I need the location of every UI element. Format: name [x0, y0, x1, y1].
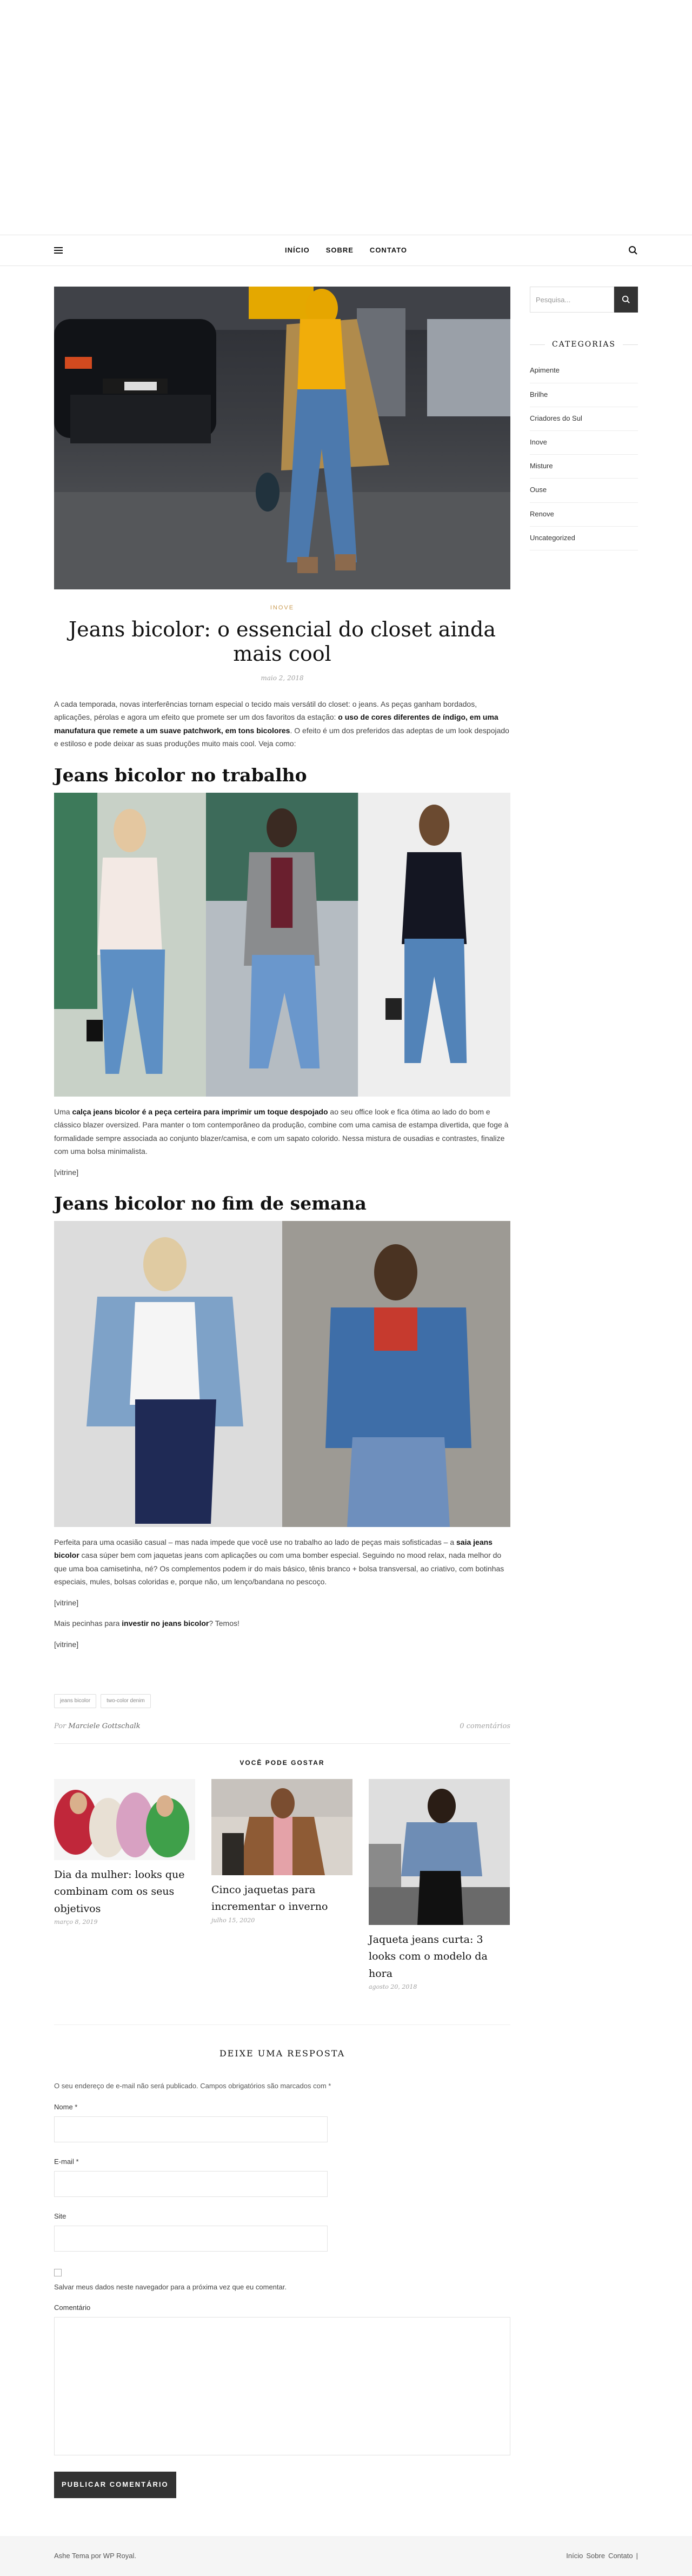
heading-work: Jeans bicolor no trabalho: [54, 764, 307, 786]
text-span: Perfeita para uma ocasião casual – mas n…: [54, 1537, 457, 1546]
category-item[interactable]: Apimente: [530, 359, 638, 383]
bold-text: calça jeans bicolor é a peça certeira pa…: [72, 1107, 328, 1116]
search-icon[interactable]: [628, 245, 638, 255]
categories-list: Apimente Brilhe Criadores do Sul Inove M…: [530, 359, 638, 550]
work-image-2: [206, 792, 358, 1097]
work-image-1: [54, 792, 207, 1097]
category-item[interactable]: Ouse: [530, 479, 638, 503]
weekend-image-1: [54, 1220, 282, 1527]
vitrine-placeholder: [vitrine]: [54, 1598, 79, 1607]
top-blank-area: [0, 0, 692, 235]
related-image-3[interactable]: [369, 1779, 510, 1926]
related-posts: Dia da mulher: looks que combinam com os…: [54, 1779, 510, 1992]
site-footer: Ashe Tema por WP Royal. Início Sobre Con…: [0, 2535, 692, 2576]
heading-weekend: Jeans bicolor no fim de semana: [54, 1193, 367, 1214]
categories-title: CATEGORIAS: [530, 338, 638, 350]
comment-label: Comentário: [54, 2303, 91, 2312]
footer-link-contato[interactable]: Contato: [608, 2551, 633, 2562]
comment-textarea[interactable]: [54, 2317, 510, 2456]
text-span: ? Temos!: [209, 1619, 239, 1628]
nav-inicio[interactable]: INÍCIO: [285, 245, 310, 256]
sidebar-search-button[interactable]: [614, 287, 638, 313]
category-item[interactable]: Inove: [530, 431, 638, 455]
email-label: E-mail *: [54, 2157, 79, 2166]
category-item[interactable]: Misture: [530, 455, 638, 479]
menu-icon[interactable]: [54, 247, 63, 254]
reply-title: DEIXE UMA RESPOSTA: [54, 2024, 510, 2061]
sidebar: Pesquisa... CATEGORIAS Apimente Brilhe C…: [530, 287, 638, 2498]
reply-notes: O seu endereço de e-mail não será public…: [54, 2082, 331, 2090]
category-item[interactable]: Criadores do Sul: [530, 407, 638, 431]
site-label: Site: [54, 2212, 66, 2220]
post-meta: Por Marciele Gottschalk 0 comentários: [54, 1721, 510, 1744]
related-title: VOCÊ PODE GOSTAR: [239, 1758, 325, 1767]
author-link[interactable]: Marciele Gottschalk: [68, 1722, 140, 1730]
category-item[interactable]: Uncategorized: [530, 527, 638, 550]
related-post-2[interactable]: Cinco jaquetas para incrementar o invern…: [211, 1779, 352, 1992]
search-icon: [622, 295, 630, 303]
footer-links: Início Sobre Contato |: [566, 2551, 638, 2562]
tag-link[interactable]: jeans bicolor: [54, 1694, 97, 1709]
related-post-1[interactable]: Dia da mulher: looks que combinam com os…: [54, 1779, 195, 1992]
tag-link[interactable]: two-color denim: [101, 1694, 151, 1709]
weekend-paragraph: Perfeita para uma ocasião casual – mas n…: [54, 1536, 510, 1589]
post-title: Jeans bicolor: o essencial do closet ain…: [68, 617, 496, 666]
related-post-title[interactable]: Dia da mulher: looks que combinam com os…: [54, 1867, 195, 1917]
footer-link-inicio[interactable]: Início: [566, 2551, 583, 2562]
related-image-2[interactable]: [211, 1779, 352, 1876]
main-navigation: INÍCIO SOBRE CONTATO: [0, 235, 692, 266]
text-span: Uma: [54, 1107, 72, 1116]
category-item[interactable]: Renove: [530, 503, 638, 527]
post-tags: jeans bicolor two-color denim: [54, 1694, 510, 1709]
weekend-image-2: [282, 1220, 510, 1527]
nav-sobre[interactable]: SOBRE: [326, 245, 354, 256]
sidebar-search-input[interactable]: Pesquisa...: [530, 287, 614, 313]
related-post-date: julho 15, 2020: [211, 1916, 255, 1924]
post-content: A cada temporada, novas interferências t…: [54, 698, 510, 1651]
comments-count[interactable]: 0 comentários: [460, 1721, 510, 1732]
featured-image: [54, 287, 510, 589]
nav-contato[interactable]: CONTATO: [370, 245, 407, 256]
work-image-gallery: [54, 792, 510, 1097]
category-item[interactable]: Brilhe: [530, 383, 638, 407]
sidebar-search: Pesquisa...: [530, 287, 638, 313]
post-article: INOVE Jeans bicolor: o essencial do clos…: [54, 287, 510, 2498]
work-image-3: [358, 792, 510, 1097]
related-image-1[interactable]: [54, 1779, 195, 1861]
vitrine-placeholder: [vitrine]: [54, 1167, 79, 1177]
nav-menu: INÍCIO SOBRE CONTATO: [285, 245, 407, 256]
site-field[interactable]: [54, 2225, 328, 2252]
footer-link-sobre[interactable]: Sobre: [586, 2551, 605, 2562]
footer-separator: |: [636, 2551, 638, 2560]
name-field[interactable]: [54, 2116, 328, 2142]
by-label: Por: [54, 1722, 66, 1731]
vitrine-placeholder: [vitrine]: [54, 1639, 79, 1649]
related-post-date: março 8, 2019: [54, 1918, 98, 1926]
related-post-title[interactable]: Jaqueta jeans curta: 3 looks com o model…: [369, 1931, 510, 1982]
name-label: Nome *: [54, 2103, 78, 2112]
save-info-row: Salvar meus dados neste navegador para a…: [54, 2268, 510, 2293]
save-info-checkbox[interactable]: [54, 2268, 62, 2276]
save-info-label: Salvar meus dados neste navegador para a…: [54, 2282, 287, 2291]
work-paragraph: Uma calça jeans bicolor é a peça certeir…: [54, 1105, 510, 1158]
text-span: casa súper bem com jaquetas jeans com ap…: [54, 1551, 504, 1586]
related-post-3[interactable]: Jaqueta jeans curta: 3 looks com o model…: [369, 1779, 510, 1992]
post-date: maio 2, 2018: [261, 674, 304, 682]
post-category[interactable]: INOVE: [54, 603, 510, 613]
more-paragraph: Mais pecinhas para investir no jeans bic…: [54, 1617, 510, 1630]
submit-comment-button[interactable]: PUBLICAR COMENTÁRIO: [54, 2472, 176, 2498]
related-post-date: agosto 20, 2018: [369, 1983, 417, 1991]
footer-credit[interactable]: Ashe Tema por WP Royal.: [54, 2551, 136, 2562]
intro-paragraph: A cada temporada, novas interferências t…: [54, 698, 510, 751]
related-post-title[interactable]: Cinco jaquetas para incrementar o invern…: [211, 1882, 352, 1916]
text-span: Mais pecinhas para: [54, 1619, 122, 1628]
author-line: Por Marciele Gottschalk: [54, 1721, 141, 1732]
weekend-image-gallery: [54, 1220, 510, 1527]
bold-text: investir no jeans bicolor: [122, 1619, 209, 1628]
email-field[interactable]: [54, 2170, 328, 2197]
